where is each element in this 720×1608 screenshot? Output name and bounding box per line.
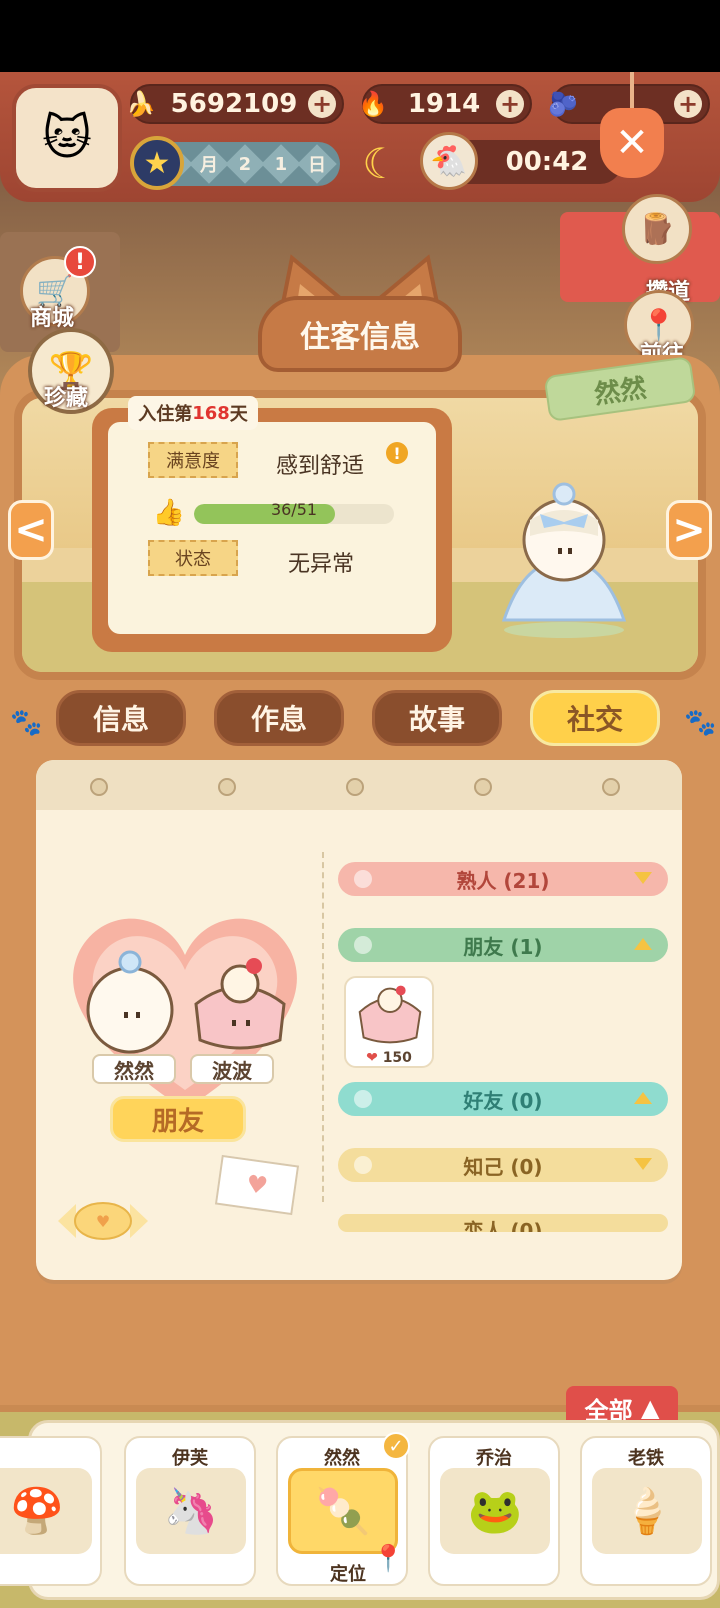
satisfaction-label: 满意度: [148, 442, 238, 478]
system-status-bar: [0, 0, 720, 72]
previous-guest-button[interactable]: <: [8, 500, 54, 560]
tab-social[interactable]: 社交: [530, 690, 660, 746]
notebook-divider: [322, 852, 324, 1202]
blue-banana-icon: 🫐: [548, 90, 578, 118]
right-name-tag: 波波: [190, 1054, 274, 1084]
date-segment: 月: [189, 144, 229, 184]
letter-icon: ♥: [214, 1154, 300, 1216]
relationship-heart: [73, 918, 297, 1110]
add-third-currency-button[interactable]: +: [674, 90, 702, 118]
category-good-friend[interactable]: 好友 (0): [338, 1082, 668, 1116]
shop-alert-badge: !: [64, 246, 96, 278]
binding-ring: [602, 778, 620, 796]
category-friend[interactable]: 朋友 (1): [338, 928, 668, 962]
status-label: 状态: [148, 540, 238, 576]
candy-icon: ♥: [58, 1202, 148, 1240]
chevron-down-icon: [634, 872, 652, 884]
moon-icon: ☾: [362, 138, 400, 188]
category-icon: [354, 1156, 372, 1174]
info-alert-icon[interactable]: !: [386, 442, 408, 464]
heart-icon: ❤: [366, 1050, 378, 1066]
locate-button[interactable]: 定位: [330, 1560, 366, 1586]
stay-prefix: 入住第: [138, 404, 193, 425]
chevron-up-icon: ▲: [640, 1394, 660, 1422]
ice-cream-icon: 🍦: [592, 1468, 702, 1554]
thumbs-up-icon: 👍: [152, 498, 186, 528]
banana-icon: 🍌: [126, 90, 156, 118]
add-flame-button[interactable]: +: [496, 90, 524, 118]
next-guest-button[interactable]: >: [666, 500, 712, 560]
category-label: 好友 (0): [463, 1088, 543, 1113]
paw-icon: 🐾: [10, 708, 43, 738]
ranran-icon: 🍡: [288, 1468, 398, 1554]
flame-icon: 🔥: [358, 90, 388, 118]
flame-currency: 🔥 1914 +: [358, 84, 532, 124]
resident-name: 老铁: [628, 1448, 664, 1469]
binding-ring: [90, 778, 108, 796]
resident-name: 乔治: [476, 1448, 512, 1469]
frog-icon: 🐸: [440, 1468, 550, 1554]
category-icon: [354, 870, 372, 888]
tab-story[interactable]: 故事: [372, 690, 502, 746]
resident-name: 伊芙: [172, 1448, 208, 1469]
binding-ring: [218, 778, 236, 796]
date-segment: 2: [225, 144, 265, 184]
banana-currency: 🍌 5692109 +: [126, 84, 344, 124]
binding-ring: [346, 778, 364, 796]
category-label: 朋友 (1): [463, 934, 543, 959]
stay-days-number: 168: [192, 402, 230, 424]
category-acquaintance[interactable]: 熟人 (21): [338, 862, 668, 896]
guest-character: [501, 482, 627, 638]
panel-title: 住客信息: [258, 296, 462, 372]
category-lover[interactable]: 恋人 (0): [338, 1214, 668, 1232]
selected-check-icon: ✓: [382, 1432, 410, 1460]
treasure-label: 珍藏: [44, 386, 89, 411]
chevron-up-icon: [634, 938, 652, 950]
location-pin-icon[interactable]: 📍: [372, 1544, 404, 1574]
resident-card-laotie[interactable]: 老铁 🍦: [580, 1436, 712, 1586]
category-icon: [354, 1090, 372, 1108]
chevron-up-icon: [634, 1092, 652, 1104]
add-banana-button[interactable]: +: [308, 90, 336, 118]
date-segment: 日: [297, 144, 337, 184]
affinity-value: 150: [382, 1050, 412, 1066]
road-icon[interactable]: 🪵: [622, 194, 692, 264]
category-label: 知己 (0): [463, 1154, 543, 1179]
flame-count: 1914: [407, 89, 481, 119]
banana-count: 5692109: [170, 89, 298, 119]
category-label: 恋人 (0): [463, 1219, 543, 1232]
player-avatar[interactable]: 🐱: [12, 84, 122, 192]
category-label: 熟人 (21): [456, 868, 550, 893]
satisfaction-progress-text: 36/51: [270, 500, 318, 519]
star-clock-icon[interactable]: ★: [130, 136, 184, 190]
mushroom-icon: 🍄: [0, 1468, 92, 1554]
unicorn-icon: 🦄: [136, 1468, 246, 1554]
category-confidant[interactable]: 知己 (0): [338, 1148, 668, 1182]
resident-card[interactable]: 🍄: [0, 1436, 102, 1586]
status-value: 无异常: [288, 552, 355, 577]
resident-card-ivy[interactable]: 伊芙 🦄: [124, 1436, 256, 1586]
tab-schedule[interactable]: 作息: [214, 690, 344, 746]
svg-text:♥: ♥: [96, 1212, 110, 1231]
stay-days: 入住第 168 天: [128, 396, 258, 430]
binding-ring: [474, 778, 492, 796]
resident-card-george[interactable]: 乔治 🐸: [428, 1436, 560, 1586]
relationship-label: 朋友: [110, 1096, 246, 1142]
friend-affinity: ❤ 150: [344, 1050, 434, 1066]
tab-info[interactable]: 信息: [56, 690, 186, 746]
satisfaction-value: 感到舒适: [276, 454, 365, 479]
left-name-tag: 然然: [92, 1054, 176, 1084]
date-segment: 1: [261, 144, 301, 184]
event-icon[interactable]: 🐔: [420, 132, 478, 190]
category-icon: [354, 936, 372, 954]
chevron-down-icon: [634, 1158, 652, 1170]
close-icon[interactable]: ✕: [600, 108, 664, 178]
bobo-portrait: [358, 985, 422, 1044]
tag-string: [630, 72, 634, 112]
stay-suffix: 天: [229, 404, 248, 425]
paw-icon: 🐾: [684, 708, 717, 738]
